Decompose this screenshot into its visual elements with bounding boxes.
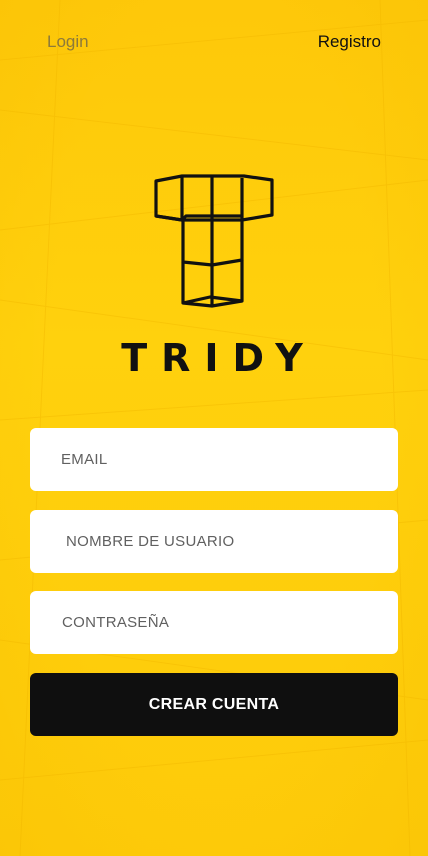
- login-tab[interactable]: Login: [47, 30, 89, 54]
- username-field[interactable]: [30, 510, 398, 573]
- password-field[interactable]: [30, 591, 398, 654]
- create-account-button[interactable]: CREAR CUENTA: [30, 673, 398, 736]
- email-field[interactable]: [30, 428, 398, 491]
- tridy-logo: [0, 172, 428, 312]
- top-nav: Login Registro: [0, 30, 428, 54]
- register-tab[interactable]: Registro: [318, 30, 381, 54]
- tridy-cube-t-logo-icon: [154, 174, 274, 308]
- brand-name: TRIDY: [121, 336, 317, 380]
